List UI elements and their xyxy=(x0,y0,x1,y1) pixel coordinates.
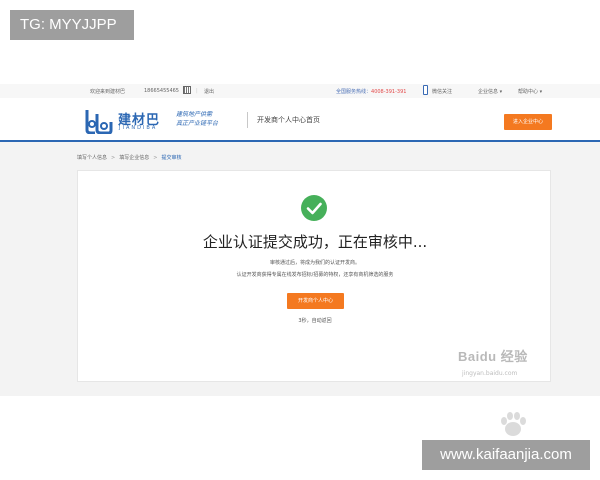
success-heading: 企业认证提交成功，正在审核中... xyxy=(202,233,428,251)
breadcrumb: 填写个人信息 > 填写企业信息 > 提交审核 xyxy=(77,154,181,161)
slogan-line-1: 建筑地产供需 xyxy=(176,111,213,118)
divider-text: | xyxy=(196,88,198,94)
header-divider xyxy=(247,112,248,128)
breadcrumb-step-1[interactable]: 填写个人信息 xyxy=(77,155,107,161)
breadcrumb-step-2[interactable]: 填写企业信息 xyxy=(119,155,149,161)
phone-icon[interactable] xyxy=(423,85,428,95)
review-note: 审核通过后，将成为我们的认证开发商。 xyxy=(269,260,360,266)
site-header: 建材巴 JIANDIBA 建筑地产供需 真正产业链平台 开发商个人中心首页 进入… xyxy=(0,98,600,142)
slogan: 建筑地产供需 真正产业链平台 xyxy=(176,110,218,128)
success-check-icon xyxy=(301,195,327,221)
redirect-countdown: 3秒，自动返回 xyxy=(298,318,332,324)
hotline-label: 全国服务热线： xyxy=(336,89,372,95)
top-utility-bar: 欢迎来到建材巴 18665455465 | 退出 全国服务热线：4008-391… xyxy=(0,84,600,98)
breadcrumb-separator: > xyxy=(111,155,116,161)
enterprise-info-menu[interactable]: 企业信息 ▾ xyxy=(478,88,502,95)
top-watermark-badge: TG: MYYJJPP xyxy=(10,10,134,40)
hotline-number: 4008-391-391 xyxy=(371,89,407,95)
breadcrumb-step-3: 提交审核 xyxy=(161,155,182,161)
page-title: 开发商个人中心首页 xyxy=(257,116,320,124)
hotline: 全国服务热线：4008-391-391 xyxy=(336,88,406,95)
user-phone-link[interactable]: 18665455465 xyxy=(144,88,179,94)
help-center-menu[interactable]: 帮助中心 ▾ xyxy=(518,88,542,95)
developer-center-button[interactable]: 开发商个人中心 xyxy=(287,293,344,309)
bottom-watermark-badge: www.kaifaanjia.com xyxy=(422,440,590,470)
breadcrumb-separator: > xyxy=(153,155,158,161)
welcome-text: 欢迎来到建材巴 xyxy=(90,89,126,95)
logo-english-name: JIANDIBA xyxy=(119,125,158,131)
wechat-follow-link[interactable]: 微信关注 xyxy=(432,88,452,95)
logo-mark-icon[interactable] xyxy=(83,108,113,134)
qr-code-icon[interactable] xyxy=(183,86,191,94)
logout-link[interactable]: 退出 xyxy=(204,88,214,95)
enter-enterprise-center-button[interactable]: 进入企业中心 xyxy=(504,114,552,130)
baidu-watermark: Baidu 经验 xyxy=(458,349,528,364)
privilege-note: 认证开发商获得专属在线发布招标/招募的特权，还享有商机筛选的服务 xyxy=(236,272,394,278)
baidu-paw-icon xyxy=(501,412,526,436)
page-root: TG: MYYJJPP 欢迎来到建材巴 18665455465 | 退出 全国服… xyxy=(0,0,600,480)
baidu-watermark-url: jingyan.baidu.com xyxy=(462,370,518,377)
slogan-line-2: 真正产业链平台 xyxy=(176,120,219,127)
